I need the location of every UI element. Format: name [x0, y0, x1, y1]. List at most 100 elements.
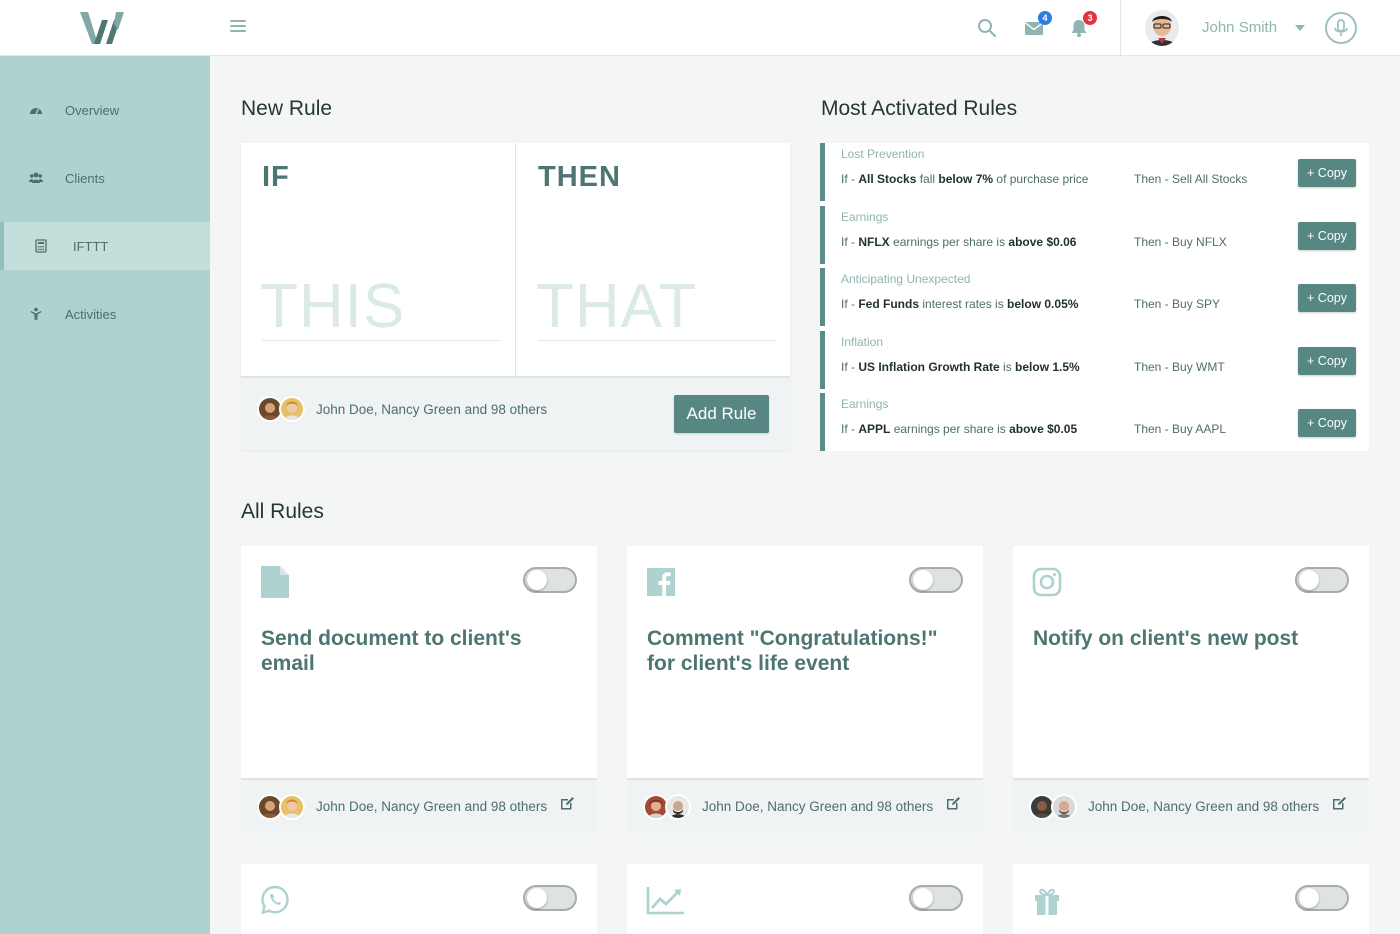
rule-condition: If - All Stocks fall below 7% of purchas…: [841, 172, 1089, 186]
document-icon: [261, 566, 289, 598]
that-underline: [538, 340, 776, 341]
avatar: [279, 794, 305, 820]
rule-title: Send document to client's email: [261, 627, 522, 675]
sidebar-item-label: Overview: [65, 102, 120, 118]
avatar: [665, 794, 691, 820]
edit-icon[interactable]: [945, 795, 961, 811]
sidebar-item-activities[interactable]: Activities: [0, 290, 210, 338]
avatar-group: [643, 794, 691, 820]
then-panel[interactable]: THEN THAT: [517, 143, 790, 376]
rule-action: Then - Buy SPY: [1134, 297, 1221, 311]
notification-count-badge: 3: [1083, 11, 1097, 25]
new-rule-footer: John Doe, Nancy Green and 98 others Add …: [241, 376, 790, 450]
avatar-group: [257, 794, 305, 820]
rule-category: Inflation: [841, 334, 884, 349]
chevron-down-icon[interactable]: [1295, 25, 1305, 31]
sidebar-item-ifttt[interactable]: IFTTT: [0, 222, 210, 270]
new-rule-card: IF THIS THEN THAT John Doe, Nancy Green …: [241, 143, 790, 450]
rule-action: Then - Buy AAPL: [1134, 422, 1227, 436]
rule-condition: If - US Inflation Growth Rate is below 1…: [841, 359, 1080, 374]
rule-toggle[interactable]: [523, 567, 577, 593]
avatar: [1051, 794, 1077, 820]
copy-button[interactable]: + Copy: [1298, 409, 1356, 437]
rule-toggle[interactable]: [1295, 567, 1349, 593]
rule-action: Then - Buy WMT: [1134, 359, 1225, 374]
list-item: Earnings If - NFLX earnings per share is…: [820, 205, 1369, 264]
rule-card-footer: John Doe, Nancy Green and 98 others: [627, 778, 983, 833]
notifications-button[interactable]: 3: [1069, 11, 1097, 38]
rule-card-new-post[interactable]: Notify on client's new post John Doe, Na…: [1013, 546, 1369, 833]
participants-text: John Doe, Nancy Green and 98 others: [1088, 799, 1320, 814]
rule-condition: If - APPL earnings per share is above $0…: [841, 422, 1078, 436]
participants-text: John Doe, Nancy Green and 98 others: [702, 799, 934, 814]
search-icon[interactable]: [977, 18, 997, 38]
rule-card-gift[interactable]: [1013, 864, 1369, 934]
edit-icon[interactable]: [1331, 795, 1347, 811]
dashboard-icon: [30, 108, 42, 115]
calculator-icon: [35, 239, 47, 253]
rule-title: Notify on client's new post: [1033, 627, 1299, 650]
copy-button[interactable]: + Copy: [1298, 159, 1356, 187]
user-avatar[interactable]: [1145, 10, 1179, 46]
top-bar: 4 3 John Smith: [0, 0, 1400, 56]
this-placeholder[interactable]: THIS: [260, 271, 405, 342]
rule-action: Then - Sell All Stocks: [1134, 172, 1248, 186]
rule-category: Lost Prevention: [841, 147, 925, 161]
rule-card-congratulations[interactable]: Comment "Congratulations!" for client's …: [627, 546, 983, 833]
if-panel[interactable]: IF THIS: [241, 143, 516, 376]
rule-toggle[interactable]: [1295, 885, 1349, 911]
header-divider: [1120, 0, 1121, 56]
rule-toggle[interactable]: [523, 885, 577, 911]
mail-button[interactable]: 4: [1024, 11, 1052, 38]
most-activated-title: Most Activated Rules: [821, 97, 1018, 120]
if-label: IF: [262, 161, 290, 193]
menu-toggle-icon[interactable]: [230, 20, 246, 34]
copy-button[interactable]: + Copy: [1298, 346, 1356, 375]
rule-category: Anticipating Unexpected: [841, 272, 971, 286]
sidebar-item-label: Clients: [65, 170, 105, 186]
edit-icon[interactable]: [559, 795, 575, 811]
rule-title: Comment "Congratulations!" for client's …: [647, 627, 938, 675]
microphone-button[interactable]: [1325, 12, 1357, 44]
sidebar-item-label: Activities: [65, 306, 117, 322]
instagram-icon: [1032, 567, 1062, 597]
logo-icon[interactable]: [78, 10, 130, 48]
user-name[interactable]: John Smith: [1202, 19, 1277, 36]
rule-card-whatsapp[interactable]: [241, 864, 597, 934]
rule-toggle[interactable]: [909, 885, 963, 911]
users-icon: [29, 172, 43, 183]
list-item: Earnings If - APPL earnings per share is…: [820, 393, 1369, 451]
copy-button[interactable]: + Copy: [1298, 284, 1356, 312]
rule-toggle[interactable]: [909, 567, 963, 593]
add-rule-button[interactable]: Add Rule: [674, 395, 769, 433]
rule-card-footer: John Doe, Nancy Green and 98 others: [1013, 778, 1369, 833]
rule-condition: If - NFLX earnings per share is above $0…: [841, 234, 1077, 249]
then-label: THEN: [538, 161, 621, 193]
avatar: [279, 396, 305, 422]
mail-count-badge: 4: [1038, 11, 1052, 25]
rule-condition: If - Fed Funds interest rates is below 0…: [841, 297, 1079, 311]
that-placeholder[interactable]: THAT: [536, 271, 697, 342]
list-item: Anticipating Unexpected If - Fed Funds i…: [820, 268, 1369, 326]
sidebar-item-overview[interactable]: Overview: [0, 86, 210, 134]
avatar-group: [1029, 794, 1077, 820]
child-icon: [30, 307, 42, 320]
rule-action: Then - Buy NFLX: [1134, 234, 1227, 249]
list-item: Inflation If - US Inflation Growth Rate …: [820, 330, 1369, 389]
sidebar-item-clients[interactable]: Clients: [0, 154, 210, 202]
participants-text: John Doe, Nancy Green and 98 others: [316, 402, 548, 417]
rule-card-line-chart[interactable]: [627, 864, 983, 934]
rule-card-send-document[interactable]: Send document to client's email John Doe…: [241, 546, 597, 833]
participants-text: John Doe, Nancy Green and 98 others: [316, 799, 548, 814]
copy-button[interactable]: + Copy: [1298, 221, 1356, 250]
list-item: Lost Prevention If - All Stocks fall bel…: [820, 143, 1369, 201]
microphone-icon: [1334, 19, 1348, 36]
sidebar-item-label: IFTTT: [73, 238, 109, 254]
gift-icon: [1035, 888, 1059, 915]
rule-category: Earnings: [841, 397, 889, 411]
rule-category: Earnings: [841, 209, 889, 224]
whatsapp-icon: [261, 885, 289, 915]
rule-card-footer: John Doe, Nancy Green and 98 others: [241, 778, 597, 833]
avatar-group: [257, 396, 305, 422]
this-underline: [262, 340, 500, 341]
